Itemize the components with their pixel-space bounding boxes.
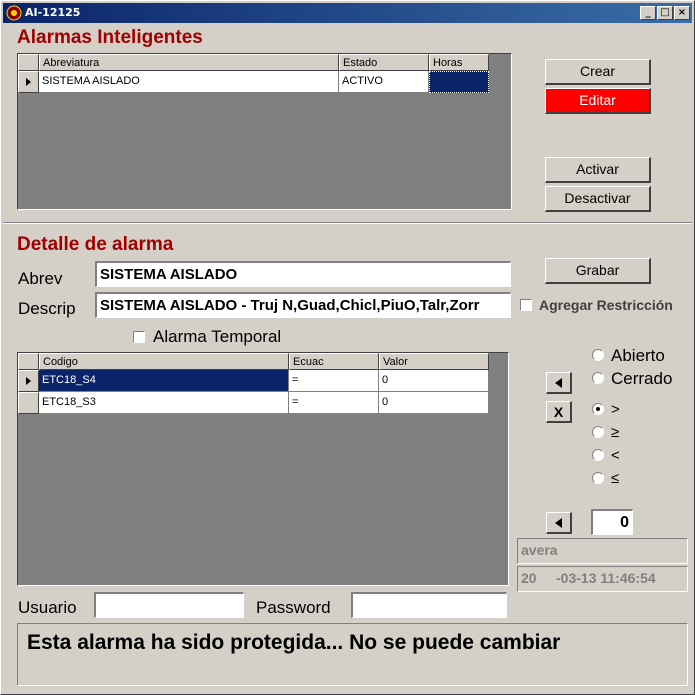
- column-header-horas[interactable]: Horas: [429, 54, 489, 71]
- window-title: AI-12125: [25, 6, 81, 19]
- condiciones-grid-header: Codigo Ecuac Valor: [18, 353, 489, 370]
- cell-valor[interactable]: 0: [379, 392, 489, 414]
- usuario-input[interactable]: [94, 592, 244, 618]
- agregar-restriccion-checkbox[interactable]: [520, 299, 532, 311]
- agregar-restriccion-label: Agregar Restricción: [539, 297, 673, 313]
- set-value-button[interactable]: [546, 512, 572, 534]
- remove-condition-button[interactable]: X: [546, 401, 572, 423]
- radio-cerrado-label: Cerrado: [611, 369, 673, 388]
- current-row-arrow-icon: [26, 78, 31, 86]
- radio-operator-gte[interactable]: [592, 426, 604, 438]
- radio-operator-lt-label: <: [611, 447, 620, 464]
- password-label: Password: [256, 598, 331, 617]
- section-divider: [3, 222, 692, 224]
- message-box: Esta alarma ha sido protegida... No se p…: [17, 623, 688, 686]
- table-row[interactable]: SISTEMA AISLADO ACTIVO: [18, 71, 489, 93]
- add-condition-button[interactable]: [546, 372, 572, 394]
- radio-operator-gt[interactable]: [592, 403, 604, 415]
- cell-valor[interactable]: 0: [379, 370, 489, 392]
- arrow-left-icon: [555, 518, 562, 528]
- alarmas-panel: Alarmas Inteligentes Abreviatura Estado …: [3, 24, 692, 224]
- cell-codigo[interactable]: ETC18_S3: [39, 392, 289, 414]
- alarmas-grid[interactable]: Abreviatura Estado Horas SISTEMA AISLADO…: [17, 53, 512, 210]
- desactivar-button[interactable]: Desactivar: [545, 186, 651, 212]
- row-indicator: [18, 392, 39, 414]
- cell-codigo[interactable]: ETC18_S4: [39, 370, 289, 392]
- row-indicator-header: [18, 54, 39, 71]
- usuario-label: Usuario: [18, 598, 77, 617]
- row-indicator: [18, 370, 39, 392]
- grabar-button[interactable]: Grabar: [545, 258, 651, 284]
- row-indicator: [18, 71, 39, 93]
- table-row[interactable]: ETC18_S3 = 0: [18, 392, 489, 414]
- user-display: avera: [517, 538, 688, 564]
- maximize-button[interactable]: □: [657, 6, 673, 20]
- cell-ecuac[interactable]: =: [289, 370, 379, 392]
- arrow-left-icon: [555, 378, 562, 388]
- alarmas-title: Alarmas Inteligentes: [17, 27, 203, 48]
- close-button[interactable]: ×: [674, 6, 690, 20]
- alarmas-grid-header: Abreviatura Estado Horas: [18, 54, 489, 71]
- column-header-codigo[interactable]: Codigo: [39, 353, 289, 370]
- radio-cerrado[interactable]: [592, 372, 604, 384]
- password-input[interactable]: [351, 592, 507, 618]
- radio-abierto-label: Abierto: [611, 346, 665, 365]
- radio-abierto[interactable]: [592, 349, 604, 361]
- row-indicator-header: [18, 353, 39, 370]
- detalle-title: Detalle de alarma: [17, 234, 174, 255]
- cell-ecuac[interactable]: =: [289, 392, 379, 414]
- protection-message: Esta alarma ha sido protegida... No se p…: [27, 631, 561, 654]
- cell-abreviatura[interactable]: SISTEMA AISLADO: [39, 71, 339, 93]
- timestamp-display: 20 -03-13 11:46:54: [517, 566, 688, 592]
- radio-operator-lte-label: ≤: [611, 470, 620, 487]
- minimize-button[interactable]: _: [640, 6, 656, 20]
- column-header-valor[interactable]: Valor: [379, 353, 489, 370]
- condiciones-grid[interactable]: Codigo Ecuac Valor ETC18_S4 = 0 ETC18_S3…: [17, 352, 509, 586]
- table-row[interactable]: ETC18_S4 = 0: [18, 370, 489, 392]
- radio-operator-gte-label: ≥: [611, 424, 620, 441]
- cell-horas[interactable]: [429, 71, 489, 93]
- activar-button[interactable]: Activar: [545, 157, 651, 183]
- alarma-temporal-label: Alarma Temporal: [153, 327, 282, 346]
- descrip-label: Descrip: [18, 299, 76, 318]
- abrev-input[interactable]: SISTEMA AISLADO: [95, 261, 511, 287]
- abrev-label: Abrev: [18, 269, 63, 288]
- cell-estado[interactable]: ACTIVO: [339, 71, 429, 93]
- radio-operator-gt-label: >: [611, 401, 620, 418]
- radio-operator-lt[interactable]: [592, 449, 604, 461]
- column-header-estado[interactable]: Estado: [339, 54, 429, 71]
- numeric-value-input[interactable]: 0: [591, 509, 633, 535]
- column-header-abreviatura[interactable]: Abreviatura: [39, 54, 339, 71]
- descrip-input[interactable]: SISTEMA AISLADO - Truj N,Guad,Chicl,PiuO…: [95, 292, 511, 318]
- column-header-ecuac[interactable]: Ecuac: [289, 353, 379, 370]
- editar-button[interactable]: Editar: [545, 88, 651, 114]
- app-logo-icon: [6, 5, 22, 21]
- crear-button[interactable]: Crear: [545, 59, 651, 85]
- app-window: AI-12125 _ □ × Alarmas Inteligentes Abre…: [0, 0, 695, 695]
- current-row-arrow-icon: [26, 377, 31, 385]
- title-bar[interactable]: AI-12125 _ □ ×: [3, 3, 692, 23]
- alarma-temporal-checkbox[interactable]: [133, 331, 145, 343]
- radio-operator-lte[interactable]: [592, 472, 604, 484]
